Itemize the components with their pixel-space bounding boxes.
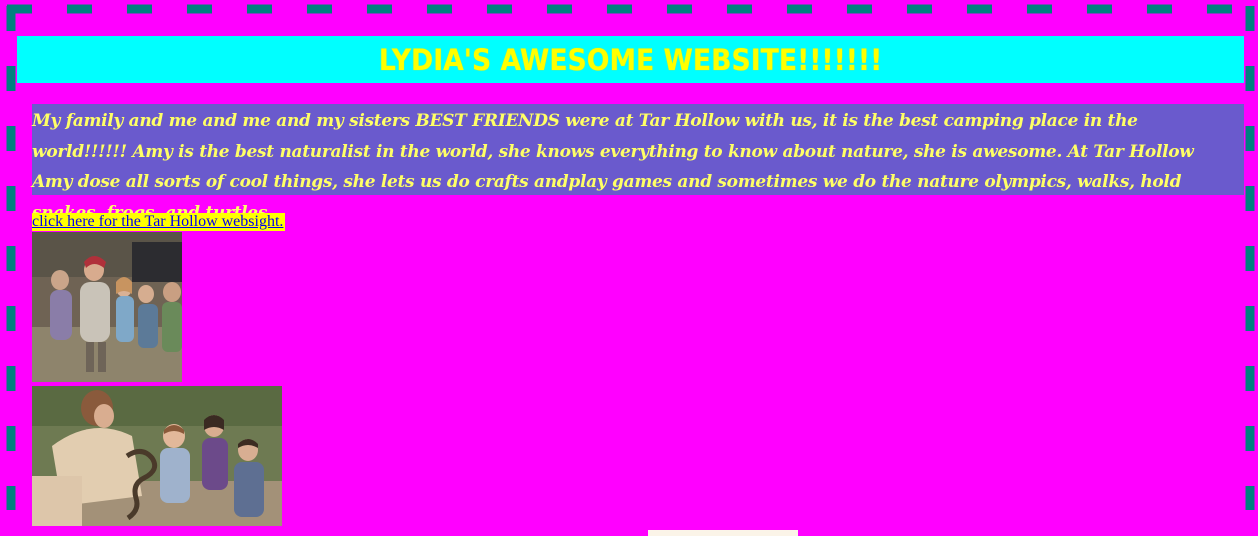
snake-photo <box>32 386 282 526</box>
bottom-element <box>648 530 798 536</box>
tar-hollow-link[interactable]: click here for the Tar Hollow websight. <box>32 213 286 231</box>
intro-paragraph: My family and me and me and my sisters B… <box>32 104 1244 223</box>
page-header: LYDIA'S AWESOME WEBSITE!!!!!!! <box>17 36 1244 83</box>
page-title: LYDIA'S AWESOME WEBSITE!!!!!!! <box>378 42 883 77</box>
group-photo <box>32 232 182 382</box>
page-frame: LYDIA'S AWESOME WEBSITE!!!!!!! My family… <box>0 0 1258 536</box>
